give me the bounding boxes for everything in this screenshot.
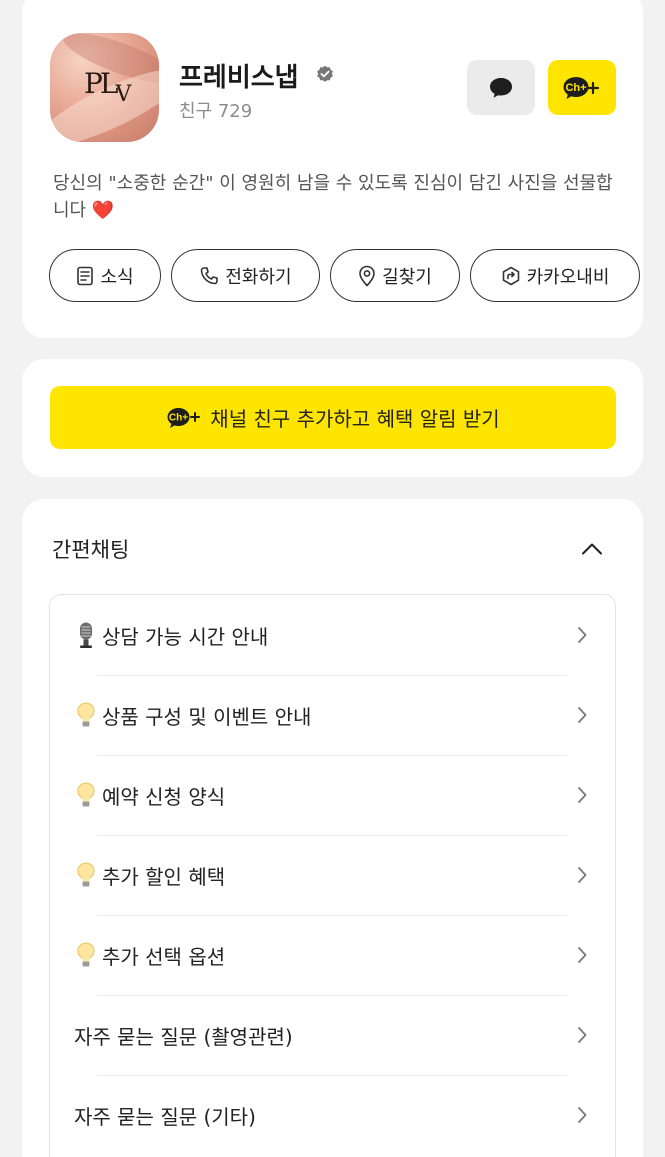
news-label: 소식: [100, 266, 134, 288]
chevron-right-icon: [578, 707, 587, 723]
lightbulb-icon: [74, 861, 98, 889]
speech-bubble-icon: [490, 77, 512, 98]
chevron-right-icon: [578, 947, 587, 963]
channel-add-icon: Ch+: [167, 407, 201, 428]
avatar-logo: PLV: [84, 67, 131, 107]
news-button[interactable]: 소식: [49, 249, 161, 302]
chevron-right-icon: [578, 1107, 587, 1123]
add-friend-benefit-button[interactable]: Ch+ 채널 친구 추가하고 혜택 알림 받기: [50, 386, 616, 449]
profile-card: PLV 프레비스냅 친구 729 Ch+ 당신의 "소중한 순간" 이 영원히 …: [22, 0, 643, 338]
quick-chat-item[interactable]: 상담 가능 시간 안내: [50, 595, 614, 675]
lightbulb-icon: [74, 781, 98, 809]
quick-chat-item-label: 추가 선택 옵션: [102, 944, 226, 969]
quick-chat-item-label: 상품 구성 및 이벤트 안내: [102, 704, 312, 729]
quick-chat-item[interactable]: 예약 신청 양식: [50, 755, 614, 835]
phone-icon: [201, 266, 219, 284]
benefit-label: 채널 친구 추가하고 혜택 알림 받기: [210, 407, 500, 431]
chevron-up-icon[interactable]: [580, 537, 604, 561]
benefit-card: Ch+ 채널 친구 추가하고 혜택 알림 받기: [22, 359, 643, 477]
quick-chat-item-label: 상담 가능 시간 안내: [102, 624, 269, 649]
verified-badge-icon: [317, 65, 333, 82]
directions-label: 길찾기: [382, 266, 432, 288]
chat-button[interactable]: [467, 60, 535, 115]
chevron-right-icon: [578, 867, 587, 883]
chevron-right-icon: [578, 787, 587, 803]
quick-chat-item[interactable]: 상품 구성 및 이벤트 안내: [50, 675, 614, 755]
quick-chat-item-label: 추가 할인 혜택: [102, 864, 226, 889]
quick-chat-item[interactable]: 추가 선택 옵션: [50, 915, 614, 995]
add-channel-button[interactable]: Ch+: [548, 60, 616, 115]
microphone-icon: [74, 621, 98, 649]
quick-chat-list: 상담 가능 시간 안내 상품 구성 및 이벤트 안내 예약 신청 양식 추가 할…: [49, 594, 616, 1157]
channel-name: 프레비스냅: [179, 63, 299, 93]
friend-count: 친구 729: [179, 101, 253, 122]
quick-chat-item[interactable]: 추가 할인 혜택: [50, 835, 614, 915]
lightbulb-icon: [74, 941, 98, 969]
directions-button[interactable]: 길찾기: [330, 249, 460, 302]
quick-chat-item-label: 자주 묻는 질문 (기타): [74, 1104, 256, 1129]
kakao-navi-icon: [502, 266, 519, 285]
kakao-navi-label: 카카오내비: [526, 266, 610, 288]
call-button[interactable]: 전화하기: [171, 249, 320, 302]
channel-add-badge-text: Ch+: [565, 82, 586, 94]
channel-add-icon: Ch+: [563, 76, 600, 99]
location-pin-icon: [359, 265, 375, 287]
chevron-right-icon: [578, 1027, 587, 1043]
news-icon: [77, 266, 94, 285]
benefit-badge-text: Ch+: [169, 412, 188, 423]
quick-chat-item[interactable]: 자주 묻는 질문 (촬영관련): [50, 995, 614, 1075]
quick-chat-title: 간편채팅: [52, 538, 130, 562]
avatar[interactable]: PLV: [50, 33, 159, 142]
lightbulb-icon: [74, 701, 98, 729]
quick-chat-item[interactable]: 자주 묻는 질문 (기타): [50, 1075, 614, 1155]
quick-chat-item-label: 자주 묻는 질문 (촬영관련): [74, 1024, 293, 1049]
chevron-right-icon: [578, 627, 587, 643]
quick-chat-card: 간편채팅 상담 가능 시간 안내 상품 구성 및 이벤트 안내 예약 신청 양식…: [22, 499, 643, 1157]
channel-description: 당신의 "소중한 순간" 이 영원히 남을 수 있도록 진심이 담긴 사진을 선…: [53, 173, 613, 221]
kakao-navi-button[interactable]: 카카오내비: [470, 249, 640, 302]
call-label: 전화하기: [225, 266, 292, 288]
quick-chat-item-label: 예약 신청 양식: [102, 784, 226, 809]
